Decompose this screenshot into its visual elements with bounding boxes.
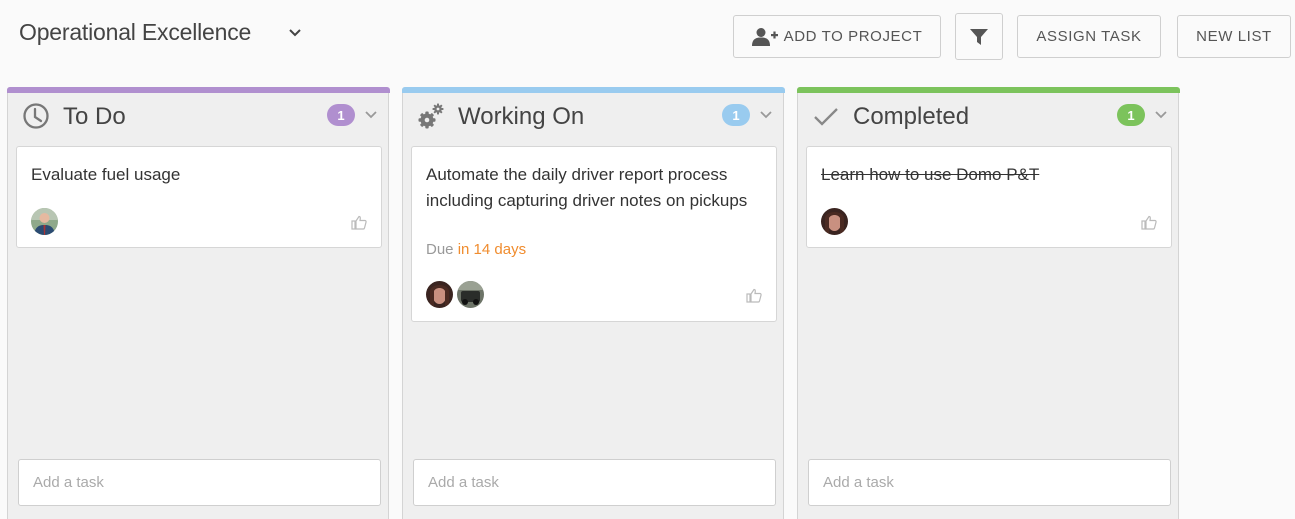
column-header: Completed 1 — [798, 93, 1178, 143]
column-title[interactable]: Working On — [458, 103, 584, 131]
add-user-icon — [751, 27, 778, 46]
task-card[interactable]: Automate the daily driver report process… — [411, 146, 777, 322]
task-count-badge: 1 — [327, 104, 355, 126]
add-task-input[interactable] — [413, 459, 776, 506]
new-list-button[interactable]: NEW LIST — [1177, 15, 1291, 58]
list-column-completed: Completed 1 Learn how to use Domo P&T — [796, 87, 1180, 519]
assignee-avatar[interactable] — [457, 281, 484, 308]
column-title[interactable]: To Do — [63, 103, 126, 131]
woman-avatar-icon — [426, 281, 453, 308]
vehicle-avatar-icon — [457, 281, 484, 308]
column-header: To Do 1 — [8, 93, 388, 143]
filter-icon — [970, 28, 988, 45]
gears-icon — [418, 103, 444, 129]
task-card[interactable]: Evaluate fuel usage — [16, 146, 382, 248]
add-to-project-button[interactable]: ADD TO PROJECT — [733, 15, 941, 58]
chevron-down-icon[interactable] — [1154, 109, 1168, 121]
chevron-down-icon[interactable] — [364, 109, 378, 121]
man-in-suit-avatar-icon — [31, 208, 58, 235]
task-card[interactable]: Learn how to use Domo P&T — [806, 146, 1172, 248]
add-task-input[interactable] — [18, 459, 381, 506]
filter-button[interactable] — [955, 13, 1003, 60]
assign-task-button[interactable]: ASSIGN TASK — [1017, 15, 1161, 58]
assignee-avatar[interactable] — [821, 208, 848, 235]
due-date: Due in 14 days — [426, 241, 526, 258]
thumbs-up-icon[interactable] — [351, 215, 367, 230]
list-column-working-on: Working On 1 Automate the daily driver r… — [401, 87, 785, 519]
assignee-avatar[interactable] — [426, 281, 453, 308]
chevron-down-icon[interactable] — [287, 25, 303, 41]
due-value: in 14 days — [457, 241, 527, 258]
project-title[interactable]: Operational Excellence — [19, 19, 251, 46]
task-count-badge: 1 — [722, 104, 750, 126]
chevron-down-icon[interactable] — [759, 109, 773, 121]
task-title[interactable]: Evaluate fuel usage — [31, 162, 367, 188]
due-label: Due — [426, 241, 454, 258]
board-header: Operational Excellence ADD TO PROJECT AS… — [0, 0, 1295, 75]
task-title[interactable]: Learn how to use Domo P&T — [821, 162, 1157, 188]
list-column-todo: To Do 1 Evaluate fuel usage — [6, 87, 390, 519]
task-title[interactable]: Automate the daily driver report process… — [426, 162, 762, 214]
task-count-badge: 1 — [1117, 104, 1145, 126]
thumbs-up-icon[interactable] — [1141, 215, 1157, 230]
add-to-project-label: ADD TO PROJECT — [783, 28, 923, 45]
thumbs-up-icon[interactable] — [746, 288, 762, 303]
assignee-avatar[interactable] — [31, 208, 58, 235]
column-header: Working On 1 — [403, 93, 783, 143]
column-title[interactable]: Completed — [853, 103, 969, 131]
woman-avatar-icon — [821, 208, 848, 235]
add-task-input[interactable] — [808, 459, 1171, 506]
clock-icon — [23, 103, 49, 129]
check-icon — [814, 108, 838, 126]
